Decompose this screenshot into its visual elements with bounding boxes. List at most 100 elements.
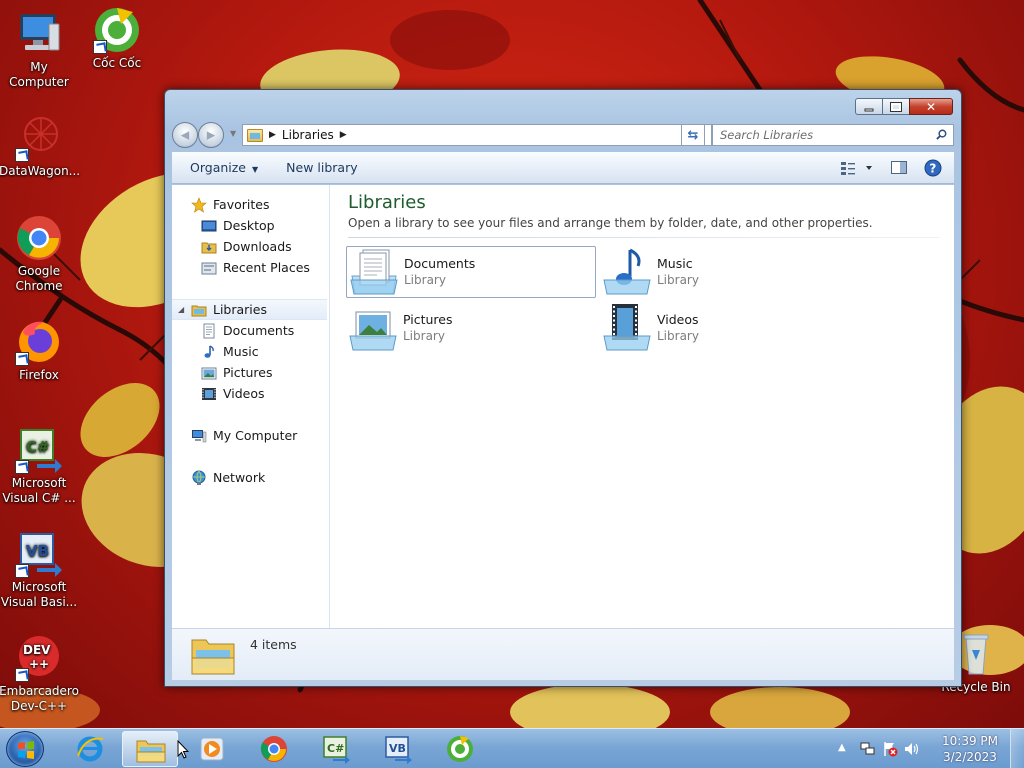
show-desktop-button[interactable] [1010, 729, 1024, 768]
maximize-button[interactable] [882, 98, 910, 115]
library-item-videos[interactable]: Videos Library [600, 302, 850, 354]
desktop-icon-my-computer[interactable]: My Computer [0, 10, 79, 90]
nav-my-computer[interactable]: My Computer [172, 425, 329, 446]
forward-arrow-icon: ▶ [206, 128, 216, 142]
start-button[interactable] [6, 731, 44, 767]
details-pane: 4 items [172, 628, 954, 680]
nav-label: Pictures [223, 365, 273, 380]
desktop-icon-visual-csharp[interactable]: C# Microsoft Visual C# ... [0, 426, 79, 506]
preview-pane-button[interactable] [890, 159, 908, 176]
volume-tray-icon[interactable] [904, 741, 920, 757]
desktop-icon-coccoc[interactable]: Cốc Cốc [77, 6, 157, 71]
nav-item-pictures[interactable]: Pictures [172, 362, 329, 383]
show-hidden-icons-button[interactable]: ▲ [838, 742, 854, 758]
taskbar-visual-basic[interactable]: VB [370, 731, 426, 767]
item-count: 4 items [250, 637, 297, 652]
network-icon [191, 470, 207, 486]
refresh-button[interactable]: ⇆ [681, 124, 705, 146]
chevron-up-icon: ▲ [838, 742, 846, 753]
address-bar[interactable]: ▶ Libraries ▶ ▼ [242, 124, 712, 146]
new-library-button[interactable]: New library [277, 156, 366, 179]
chrome-icon [260, 736, 287, 762]
clock-time: 10:39 PM [942, 734, 998, 748]
nav-item-recent-places[interactable]: Recent Places [172, 257, 329, 278]
action-center-tray-icon[interactable] [882, 741, 898, 757]
music-icon [201, 344, 217, 360]
nav-favorites[interactable]: Favorites [172, 194, 329, 215]
search-input[interactable] [720, 128, 920, 142]
desktop-icon-devcpp[interactable]: DEV ++ Embarcadero Dev-C++ [0, 634, 79, 714]
explorer-window[interactable]: ✕ ◀ ▶ ▼ ▶ Libraries ▶ ▼ ⇆ Organize ▼ New … [164, 89, 962, 687]
library-name: Music [657, 256, 693, 271]
library-type: Library [657, 273, 699, 287]
desktop-icon-visual-basic[interactable]: VB Microsoft Visual Basi... [0, 530, 79, 610]
visual-basic-icon: VB [385, 736, 412, 764]
help-button[interactable]: ? [924, 159, 942, 177]
taskbar-explorer[interactable] [122, 731, 178, 767]
taskbar-chrome[interactable] [246, 731, 302, 767]
windows-logo-icon [18, 741, 34, 759]
nav-item-desktop[interactable]: Desktop [172, 215, 329, 236]
nav-item-music[interactable]: Music [172, 341, 329, 362]
nav-libraries[interactable]: ◢ Libraries [172, 299, 327, 320]
nav-label: Recent Places [223, 260, 310, 275]
nav-item-videos[interactable]: Videos [172, 383, 329, 404]
command-bar-right: ? [840, 159, 942, 177]
close-button[interactable]: ✕ [909, 98, 953, 115]
desktop-icon-firefox[interactable]: Firefox [0, 318, 79, 383]
forward-button[interactable]: ▶ [198, 122, 224, 148]
nav-network[interactable]: Network [172, 467, 329, 488]
breadcrumb-libraries[interactable]: Libraries [282, 128, 334, 142]
close-icon: ✕ [925, 99, 937, 114]
desktop-icon-label: Google Chrome [15, 264, 63, 293]
change-view-button[interactable] [840, 159, 874, 176]
navigation-pane[interactable]: Favorites Desktop Downloads Recent Place… [172, 185, 330, 628]
organize-button[interactable]: Organize ▼ [181, 156, 267, 179]
clock-date: 3/2/2023 [943, 750, 997, 764]
star-icon [191, 196, 207, 213]
desktop-icon-chrome[interactable]: Google Chrome [0, 214, 79, 294]
taskbar-internet-explorer[interactable] [62, 731, 118, 767]
library-type: Library [404, 273, 446, 287]
chrome-icon [15, 214, 63, 262]
search-icon[interactable] [936, 129, 947, 140]
taskbar-visual-csharp[interactable]: C# [308, 731, 364, 767]
desktop-icon-datawagon[interactable]: DataWagon... [0, 114, 81, 179]
minimize-icon [864, 108, 874, 112]
libraries-icon [191, 302, 207, 318]
maximize-icon [890, 101, 902, 112]
library-item-documents[interactable]: Documents Library [346, 246, 596, 298]
explorer-icon [136, 740, 166, 763]
nav-item-documents[interactable]: Documents [172, 320, 329, 341]
page-description: Open a library to see your files and arr… [348, 216, 873, 230]
content-pane[interactable]: Libraries Open a library to see your fil… [330, 185, 954, 628]
content-divider [348, 237, 940, 238]
back-button[interactable]: ◀ [172, 122, 198, 148]
nav-item-downloads[interactable]: Downloads [172, 236, 329, 257]
view-options-icon [841, 162, 872, 175]
minimize-button[interactable] [855, 98, 883, 115]
internet-explorer-icon [77, 736, 104, 762]
help-icon: ? [924, 159, 942, 177]
breadcrumb-chevron-icon[interactable]: ▶ [340, 130, 347, 140]
network-tray-icon[interactable] [860, 741, 876, 757]
library-item-pictures[interactable]: Pictures Library [346, 302, 596, 354]
collapse-arrow-icon[interactable]: ◢ [178, 305, 184, 314]
shortcut-arrow-icon [15, 668, 29, 682]
caption-buttons: ✕ [855, 98, 953, 116]
videos-icon [201, 386, 217, 402]
devcpp-icon: DEV ++ [15, 634, 63, 682]
clock[interactable]: 10:39 PM 3/2/2023 [942, 733, 998, 765]
libraries-folder-icon [247, 128, 263, 142]
svg-text:C#: C# [327, 742, 344, 755]
downloads-folder-icon [201, 239, 217, 255]
desktop-icon-label: DataWagon... [0, 164, 81, 178]
svg-text:VB: VB [26, 542, 49, 560]
taskbar-media-player[interactable] [184, 731, 240, 767]
search-box[interactable] [712, 124, 954, 146]
recent-pages-dropdown[interactable]: ▼ [230, 129, 236, 138]
taskbar-coccoc[interactable] [432, 731, 488, 767]
breadcrumb-chevron-icon[interactable]: ▶ [269, 130, 276, 140]
library-item-music[interactable]: Music Library [600, 246, 850, 298]
page-title: Libraries [348, 192, 426, 213]
